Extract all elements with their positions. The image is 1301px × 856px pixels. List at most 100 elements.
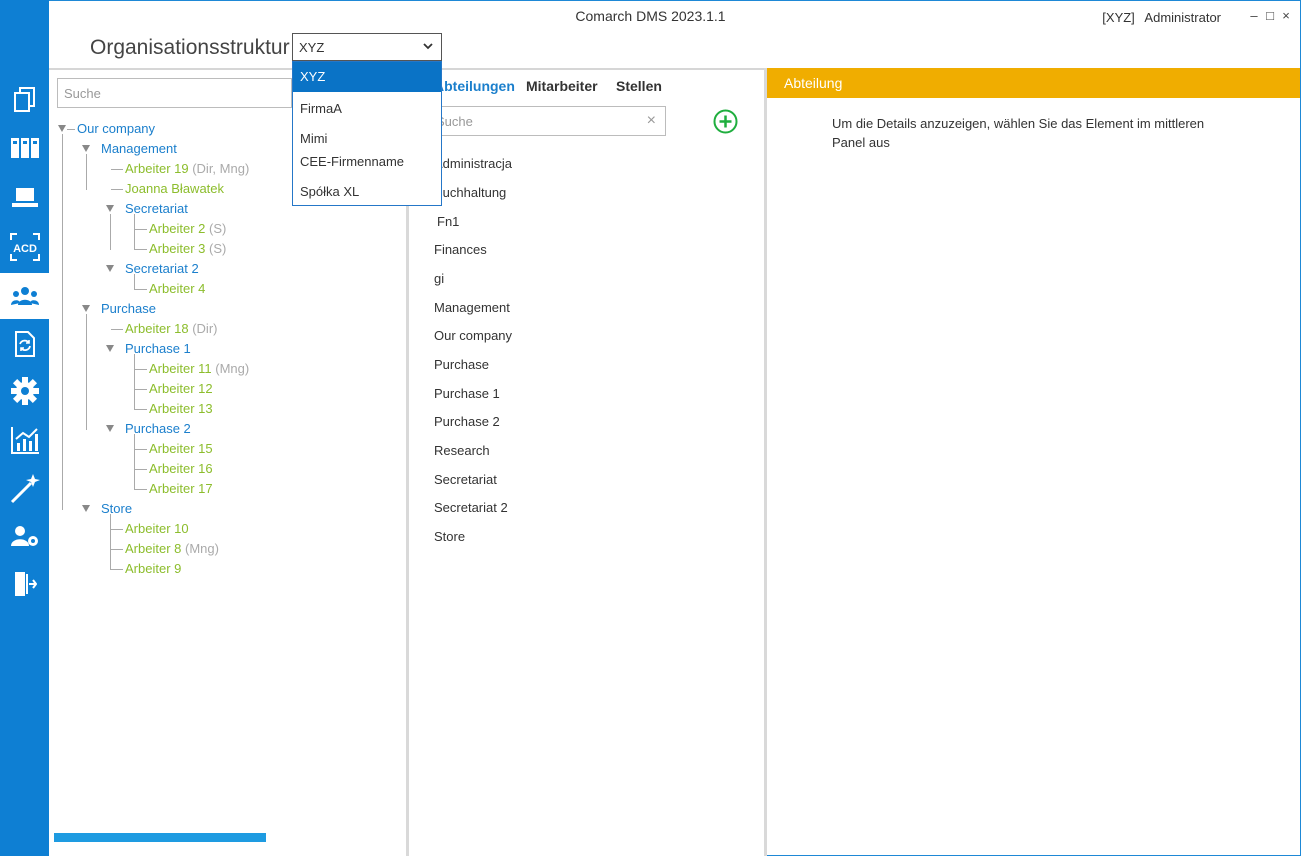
expand-triangle-icon[interactable] — [106, 345, 114, 352]
nav-settings[interactable] — [0, 369, 49, 413]
nav-columns[interactable] — [0, 126, 49, 170]
tree-node-employee[interactable]: Arbeiter 2 (S) — [149, 221, 226, 237]
list-item[interactable]: Purchase — [434, 357, 489, 372]
tree-node-employee[interactable]: Arbeiter 11 (Mng) — [149, 361, 249, 377]
tree-connector — [135, 449, 147, 450]
nav-user-settings[interactable] — [0, 514, 49, 558]
expand-triangle-icon[interactable] — [106, 425, 114, 432]
expand-triangle-icon[interactable] — [82, 505, 90, 512]
laptop-icon — [11, 188, 38, 207]
nav-workstation[interactable] — [0, 176, 49, 220]
dropdown-option[interactable]: FirmaA — [293, 101, 441, 116]
tree-node-employee[interactable]: Arbeiter 8 (Mng) — [125, 541, 219, 557]
tree-node-department[interactable]: Secretariat — [125, 201, 188, 217]
tab-mitarbeiter[interactable]: Mitarbeiter — [526, 78, 598, 94]
tree-node-employee[interactable]: Arbeiter 3 (S) — [149, 241, 226, 257]
expand-triangle-icon[interactable] — [106, 265, 114, 272]
tree-node-employee[interactable]: Joanna Bławatek — [125, 181, 224, 197]
tree-connector — [110, 514, 111, 570]
list-item[interactable]: Secretariat — [434, 472, 497, 487]
expand-triangle-icon[interactable] — [82, 305, 90, 312]
tree-node-employee[interactable]: Arbeiter 12 — [149, 381, 213, 397]
tree-node-employee[interactable]: Arbeiter 17 — [149, 481, 213, 497]
tree-connector — [135, 289, 147, 290]
tree-node-department[interactable]: Purchase 1 — [125, 341, 191, 357]
list-item[interactable]: Administracja — [434, 156, 512, 171]
maximize-button[interactable]: □ — [1263, 8, 1277, 23]
list-item[interactable]: Fn1 — [437, 214, 459, 229]
dropdown-option[interactable]: Mimi — [293, 131, 441, 146]
list-item[interactable]: Management — [434, 300, 510, 315]
user-settings-icon — [10, 526, 38, 546]
tree-search-input[interactable]: Suche — [57, 78, 292, 108]
tree-node-department[interactable]: Secretariat 2 — [125, 261, 199, 277]
columns-icon — [10, 138, 39, 158]
tree-node-employee[interactable]: Arbeiter 10 — [125, 521, 189, 537]
expand-triangle-icon[interactable] — [58, 125, 66, 132]
minimize-button[interactable]: – — [1247, 8, 1261, 23]
employee-role: (Dir) — [192, 321, 218, 336]
tree-node-employee[interactable]: Arbeiter 16 — [149, 461, 213, 477]
company-select[interactable]: XYZ — [292, 33, 442, 61]
tree-node-department[interactable]: Purchase — [101, 301, 156, 317]
tree-node-employee[interactable]: Arbeiter 19 (Dir, Mng) — [125, 161, 249, 177]
tree-connector — [111, 529, 123, 530]
list-item[interactable]: Buchhaltung — [434, 185, 506, 200]
documents-icon — [13, 87, 35, 112]
list-item[interactable]: Purchase 1 — [434, 386, 500, 401]
tree-connector — [135, 389, 147, 390]
tree-node-department[interactable]: Store — [101, 501, 132, 517]
list-item[interactable]: gi — [434, 271, 444, 286]
close-button[interactable]: × — [1279, 8, 1293, 23]
nav-wizard[interactable] — [0, 466, 49, 510]
tab-abteilungen[interactable]: Abteilungen — [434, 78, 515, 94]
tab-stellen[interactable]: Stellen — [616, 78, 662, 94]
nav-organisation[interactable] — [0, 273, 49, 319]
tree-connector — [111, 189, 123, 190]
tree-node-department[interactable]: Management — [101, 141, 177, 157]
list-item[interactable]: Store — [434, 529, 465, 544]
dropdown-option[interactable]: XYZ — [293, 62, 441, 92]
tree-connector — [135, 469, 147, 470]
gear-icon — [10, 377, 39, 405]
nav-documents[interactable] — [0, 78, 49, 122]
tree-connector — [135, 229, 147, 230]
tree-connector — [111, 329, 123, 330]
tree-node-department[interactable]: Our company — [77, 121, 155, 137]
employee-name: Arbeiter 11 — [149, 361, 212, 376]
details-panel: Abteilung Um die Details anzuzeigen, wäh… — [767, 68, 1300, 855]
list-panel: Abteilungen Mitarbeiter Stellen Suche × … — [409, 68, 765, 856]
list-item[interactable]: Research — [434, 443, 490, 458]
magic-wand-icon — [10, 474, 40, 504]
expand-triangle-icon[interactable] — [82, 145, 90, 152]
tree-node-employee[interactable]: Arbeiter 9 — [125, 561, 181, 577]
user-name[interactable]: Administrator — [1144, 10, 1221, 25]
tree-node-employee[interactable]: Arbeiter 13 — [149, 401, 213, 417]
employee-name: Arbeiter 8 — [125, 541, 182, 556]
nav-logout[interactable] — [0, 562, 49, 606]
list-item[interactable]: Secretariat 2 — [434, 500, 508, 515]
add-department-button[interactable] — [713, 109, 738, 134]
dropdown-option[interactable]: CEE-Firmenname — [293, 154, 441, 169]
department-search-input[interactable]: Suche × — [429, 106, 666, 136]
details-hint: Um die Details anzuzeigen, wählen Sie da… — [832, 116, 1205, 150]
dropdown-option[interactable]: Spółka XL — [293, 184, 441, 199]
user-info: [XYZ] Administrator — [1096, 10, 1221, 25]
nav-document-workflow[interactable] — [0, 322, 49, 366]
tree-node-department[interactable]: Purchase 2 — [125, 421, 191, 437]
tree-connector — [86, 314, 87, 430]
tree-connector — [135, 489, 147, 490]
list-item[interactable]: Our company — [434, 328, 512, 343]
details-header: Abteilung — [767, 68, 1300, 98]
clear-search-icon[interactable]: × — [647, 112, 656, 130]
nav-reports[interactable] — [0, 418, 49, 462]
list-item[interactable]: Finances — [434, 242, 487, 257]
list-item[interactable]: Purchase 2 — [434, 414, 500, 429]
tree-node-employee[interactable]: Arbeiter 18 (Dir) — [125, 321, 217, 337]
expand-triangle-icon[interactable] — [106, 205, 114, 212]
tree-node-employee[interactable]: Arbeiter 4 — [149, 281, 205, 297]
acd-label: ACD — [13, 243, 37, 255]
employee-name: Arbeiter 2 — [149, 221, 206, 236]
tree-node-employee[interactable]: Arbeiter 15 — [149, 441, 213, 457]
nav-acd[interactable]: ACD — [0, 225, 49, 269]
